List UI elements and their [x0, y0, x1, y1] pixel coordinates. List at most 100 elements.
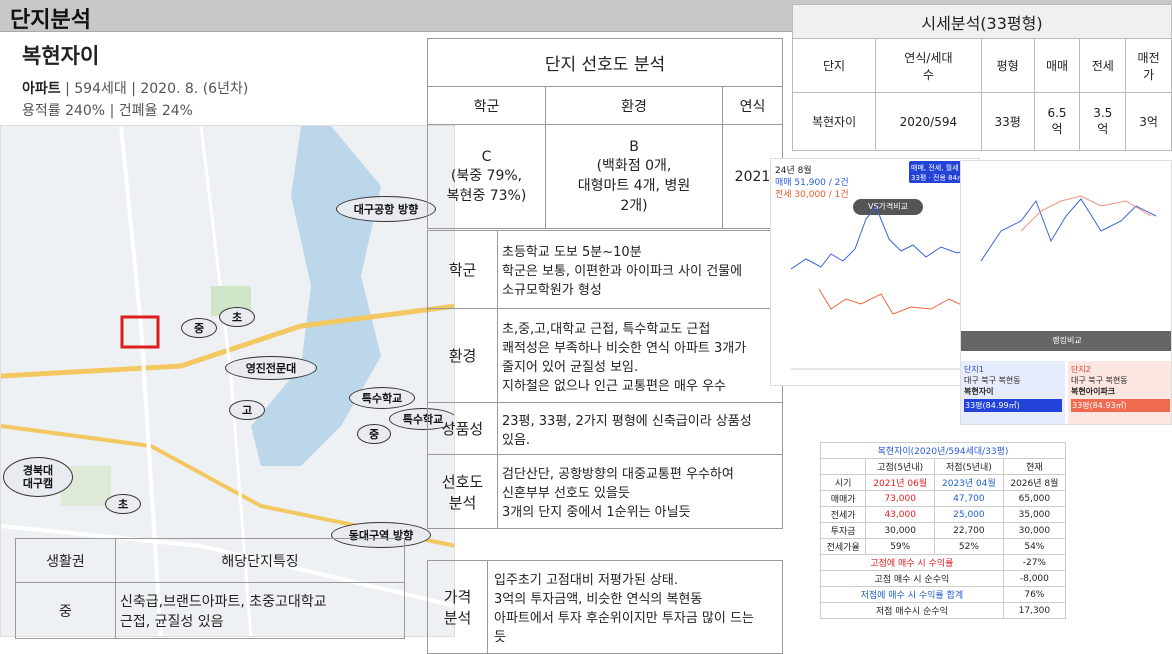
map-label-college: 영진전문대: [225, 356, 317, 380]
analysis-text: 초,중,고,대학교 근접, 특수학교도 근접 쾌적성은 부족하나 비슷한 연식 …: [497, 308, 783, 403]
preference-header-year: 연식: [722, 86, 783, 125]
map-label-middle-school-2: 중: [357, 424, 391, 444]
living-zone-table: 생활권 해당단지특징 중 신축급,브랜드아파트, 초중고대학교 근접, 균질성 …: [15, 538, 405, 639]
sale-line: [790, 206, 972, 270]
market-header: 평형: [980, 38, 1035, 93]
market-cell: 3.5 억: [1079, 92, 1127, 151]
mini-cell: 전세가: [819, 506, 867, 523]
mini-cell: 25,000: [934, 506, 1004, 523]
card1-name: 복현자이: [964, 387, 994, 396]
mini-header: 현재: [1002, 458, 1067, 475]
market-cell: 2020/594: [875, 92, 982, 151]
mini-cell: 2021년 06월: [865, 474, 936, 491]
market-header: 단지: [791, 38, 877, 93]
mini-cell: 43,000: [865, 506, 936, 523]
market-cell: 33평: [980, 92, 1035, 151]
card1-size: 33평(84.99㎡): [964, 399, 1062, 412]
preference-table: 단지 선호도 분석 학군 환경 연식 C (북중 79%, 복현중 73%) B…: [427, 38, 783, 229]
analysis-key: 학군: [427, 230, 498, 309]
market-cell: 3억: [1125, 92, 1172, 151]
price-analysis-table: 가격 분석 입주초기 고점대비 저평가된 상태. 3억의 투자금액, 비슷한 연…: [427, 560, 783, 654]
market-header: 매매: [1033, 38, 1081, 93]
mini-cell: 시기: [819, 474, 867, 491]
market-title: 시세분석(33평형): [792, 4, 1172, 39]
preference-value-school: C (북중 79%, 복현중 73%): [427, 124, 546, 229]
compare-card-1[interactable]: 단지1 대구 북구 복현동 복현자이 33평(84.99㎡): [961, 361, 1065, 424]
mini-cell: 35,000: [1002, 506, 1067, 523]
analysis-key: 환경: [427, 308, 498, 403]
analysis-key: 선호도 분석: [427, 454, 498, 529]
mini-cell: 전세가율: [819, 538, 867, 555]
market-header: 매전 가: [1125, 38, 1172, 93]
apartment-ratio: 용적률 240% | 건폐율 24%: [22, 103, 193, 119]
card1-address: 대구 북구 복현동: [964, 376, 1021, 385]
preference-value-env: B (백화점 0개, 대형마트 4개, 병원 2개): [545, 124, 723, 229]
sale-line-right: [980, 198, 1157, 262]
mini-cell: 30,000: [865, 522, 936, 539]
mini-cell: 30,000: [1002, 522, 1067, 539]
living-zone-header: 해당단지특징: [115, 538, 405, 583]
preference-title: 단지 선호도 분석: [427, 38, 783, 87]
mini-summary-value: 17,300: [1002, 602, 1067, 619]
map-label-high-school: 고: [229, 400, 265, 420]
mini-summary-value: -8,000: [1002, 570, 1067, 587]
preference-header-env: 환경: [545, 86, 723, 125]
price-chart-right[interactable]: 랭킹비교 단지1 대구 북구 복현동 복현자이 33평(84.99㎡) 단지2 …: [960, 160, 1172, 425]
analysis-table: 학군 초등학교 도보 5분~10분 학군은 보통, 이편한과 아이파크 사이 건물…: [427, 230, 783, 529]
mini-summary-label: 저점 매수시 순수익: [820, 602, 1004, 619]
price-analysis-key: 가격 분석: [427, 560, 488, 654]
map-label-elementary-2: 초: [105, 494, 141, 514]
mini-cell: 2023년 04월: [934, 474, 1004, 491]
market-cell: 복현자이: [791, 92, 877, 151]
return-summary-table: 복현자이(2020년/594세대/33평) 고점(5년내) 저점(5년내) 현재…: [819, 442, 1067, 619]
mini-cell: 47,700: [934, 490, 1004, 507]
apartment-name: 복현자이: [22, 44, 100, 68]
section-title: 단지분석: [10, 8, 91, 33]
mini-cell: 59%: [865, 538, 936, 555]
map-label-special-school: 특수학교: [349, 387, 415, 409]
mini-cell: 65,000: [1002, 490, 1067, 507]
price-chart-left[interactable]: 24년 8월 매매 51,900 / 2건 전세 30,000 / 1건 매매,…: [770, 158, 980, 386]
mini-cell: 22,700: [934, 522, 1004, 539]
mini-header: [819, 458, 867, 475]
mini-cell: 매매가: [819, 490, 867, 507]
analysis-text: 23평, 33평, 2가지 평형에 신축급이라 상품성 있음.: [497, 402, 783, 455]
market-cell: 6.5 억: [1033, 92, 1081, 151]
mini-cell: 54%: [1002, 538, 1067, 555]
mini-title: 복현자이(2020년/594세대/33평): [820, 442, 1066, 459]
preference-header-school: 학군: [427, 86, 546, 125]
map-label-university: 경북대 대구캠: [3, 457, 73, 497]
card1-title: 단지1: [964, 365, 984, 374]
mini-summary-value: -27%: [1002, 554, 1067, 571]
card2-name: 복현아이파크: [1071, 387, 1116, 396]
map-label-middle-school: 중: [181, 318, 217, 338]
chart-plot-right: [980, 195, 1157, 262]
mini-cell: 52%: [934, 538, 1004, 555]
card2-address: 대구 북구 복현동: [1071, 376, 1128, 385]
apartment-info: 아파트 | 594세대 | 2020. 8. (6년차): [22, 78, 248, 98]
mini-summary-label: 고점에 매수 시 수익률: [820, 554, 1004, 571]
mini-summary-label: 고점 매수 시 순수익: [820, 570, 1004, 587]
mini-cell: 투자금: [819, 522, 867, 539]
mini-header: 저점(5년내): [934, 458, 1004, 475]
compare-card-2[interactable]: 단지2 대구 북구 복현동 복현아이파크 33평(84.93㎡): [1068, 361, 1171, 424]
map-label-airport: 대구공항 방향: [336, 196, 436, 222]
living-zone-header: 생활권: [15, 538, 116, 583]
chart-plot: [790, 206, 976, 370]
market-table: 시세분석(33평형) 단지 연식/세대 수 평형 매매 전세 매전 가 복현자이…: [791, 4, 1172, 151]
living-zone-value: 중: [15, 582, 116, 639]
rent-line: [818, 288, 967, 315]
price-analysis-text: 입주초기 고점대비 저평가된 상태. 3억의 투자금액, 비슷한 연식의 복현동…: [487, 560, 783, 654]
card2-title: 단지2: [1071, 365, 1091, 374]
card2-size: 33평(84.93㎡): [1071, 399, 1170, 412]
market-header: 전세: [1079, 38, 1127, 93]
analysis-key: 상품성: [427, 402, 498, 455]
mini-summary-value: 76%: [1002, 586, 1067, 603]
mini-cell: 73,000: [865, 490, 936, 507]
mini-summary-label: 저점에 매수 시 수익률 합계: [820, 586, 1004, 603]
living-zone-feature: 신축급,브랜드아파트, 초중고대학교 근접, 균질성 있음: [115, 582, 405, 639]
apartment-info-rest: | 594세대 | 2020. 8. (6년차): [60, 81, 249, 97]
map-label-elementary: 초: [219, 307, 255, 327]
analysis-text: 검단산단, 공항방향의 대중교통편 우수하여 신혼부부 선호도 있을듯 3개의 …: [497, 454, 783, 529]
ranking-compare-button[interactable]: 랭킹비교: [961, 331, 1171, 351]
